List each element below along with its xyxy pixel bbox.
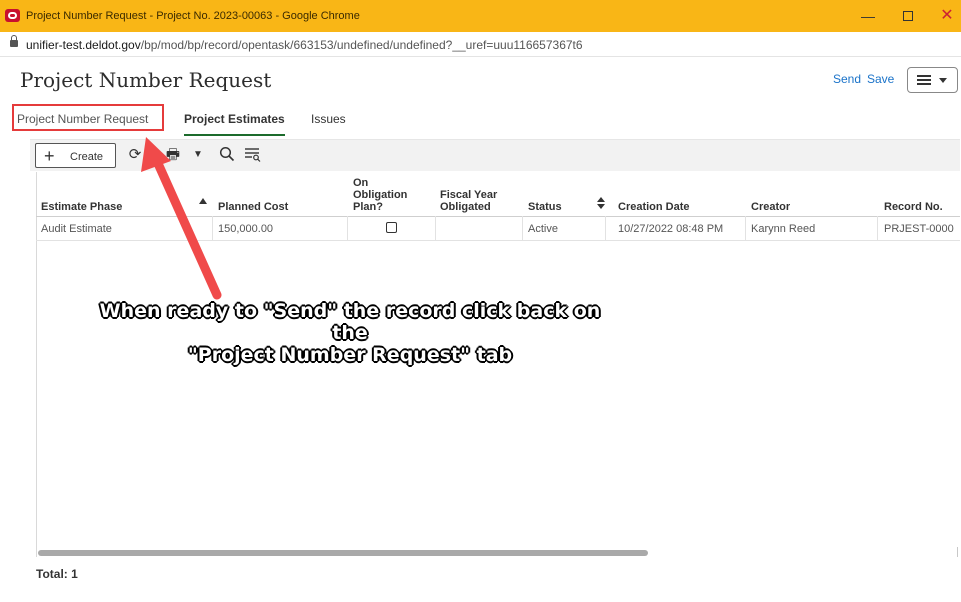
dropdown-caret-icon[interactable]: ▼ (189, 146, 207, 164)
active-tab-indicator (184, 134, 285, 136)
address-bar[interactable]: unifier-test.deldot.gov/bp/mod/bp/record… (0, 32, 961, 57)
on-obligation-plan-checkbox[interactable] (386, 222, 397, 233)
col-on-obligation-plan-line3: Plan? (353, 201, 383, 213)
plus-icon: + (44, 146, 55, 166)
menu-dropdown-button[interactable] (907, 67, 958, 93)
cell-record-no: PRJEST-0000 (884, 223, 954, 235)
column-divider (605, 216, 606, 240)
cell-status: Active (528, 223, 558, 235)
col-creation-date[interactable]: Creation Date (618, 201, 690, 213)
col-fiscal-year-line1: Fiscal Year (440, 189, 498, 201)
filter-icon[interactable] (244, 146, 262, 164)
url-path: /bp/mod/bp/record/opentask/663153/undefi… (140, 38, 583, 52)
instruction-line-2: "Project Number Request" tab (187, 344, 513, 366)
col-on-obligation-plan-line1: On (353, 177, 369, 189)
header-divider (36, 216, 960, 217)
url-text[interactable]: unifier-test.deldot.gov/bp/mod/bp/record… (26, 38, 583, 52)
oracle-logo-icon (5, 9, 20, 22)
cell-creator: Karynn Reed (751, 223, 816, 235)
column-divider (435, 216, 436, 240)
minimize-icon[interactable]: — (858, 6, 878, 26)
search-icon[interactable] (218, 146, 236, 164)
column-divider (212, 216, 213, 240)
col-record-no[interactable]: Record No. (884, 201, 943, 213)
horizontal-scrollbar[interactable] (38, 550, 648, 556)
column-divider (877, 216, 878, 240)
vertical-scrollbar[interactable] (957, 547, 958, 557)
browser-title-bar: Project Number Request - Project No. 202… (0, 0, 961, 32)
total-count: Total: 1 (36, 567, 78, 581)
row-divider (36, 240, 960, 241)
print-icon[interactable]: 🖶 (164, 146, 182, 164)
page-title: Project Number Request (20, 68, 272, 92)
tab-issues[interactable]: Issues (311, 112, 346, 126)
lock-icon (10, 35, 18, 47)
refresh-icon[interactable]: ⟳ (126, 146, 144, 164)
cell-estimate-phase: Audit Estimate (41, 223, 112, 235)
url-host: unifier-test.deldot.gov (26, 38, 141, 52)
column-divider (745, 216, 746, 240)
col-creator[interactable]: Creator (751, 201, 790, 213)
instruction-line-1: When ready to "Send" the record click ba… (99, 300, 601, 344)
col-fiscal-year-line2: Obligated (440, 201, 491, 213)
tab-project-estimates[interactable]: Project Estimates (184, 112, 285, 126)
window-title: Project Number Request - Project No. 202… (26, 10, 360, 22)
col-on-obligation-plan-line2: Obligation (353, 189, 408, 201)
col-estimate-phase[interactable]: Estimate Phase (41, 201, 122, 213)
create-button[interactable]: + Create (35, 143, 116, 168)
column-divider (522, 216, 523, 240)
tab-highlight-box (12, 104, 164, 131)
cell-creation-date: 10/27/2022 08:48 PM (618, 223, 724, 235)
sort-both-icon[interactable] (597, 197, 605, 209)
column-divider (347, 216, 348, 240)
chevron-down-icon (939, 78, 947, 83)
close-icon[interactable]: ✕ (937, 6, 957, 26)
col-planned-cost[interactable]: Planned Cost (218, 201, 288, 213)
send-button[interactable]: Send (833, 72, 861, 86)
cell-planned-cost: 150,000.00 (218, 223, 274, 235)
sort-asc-icon[interactable] (199, 198, 207, 204)
col-status[interactable]: Status (528, 201, 562, 213)
save-button[interactable]: Save (867, 72, 894, 86)
create-button-label: Create (70, 151, 104, 163)
hamburger-icon (917, 75, 931, 77)
col-on-obligation-plan[interactable]: On Obligation Plan? (353, 177, 407, 213)
col-fiscal-year-obligated[interactable]: Fiscal Year Obligated (440, 189, 497, 213)
instruction-callout: When ready to "Send" the record click ba… (80, 300, 620, 366)
maximize-icon[interactable] (898, 6, 918, 26)
